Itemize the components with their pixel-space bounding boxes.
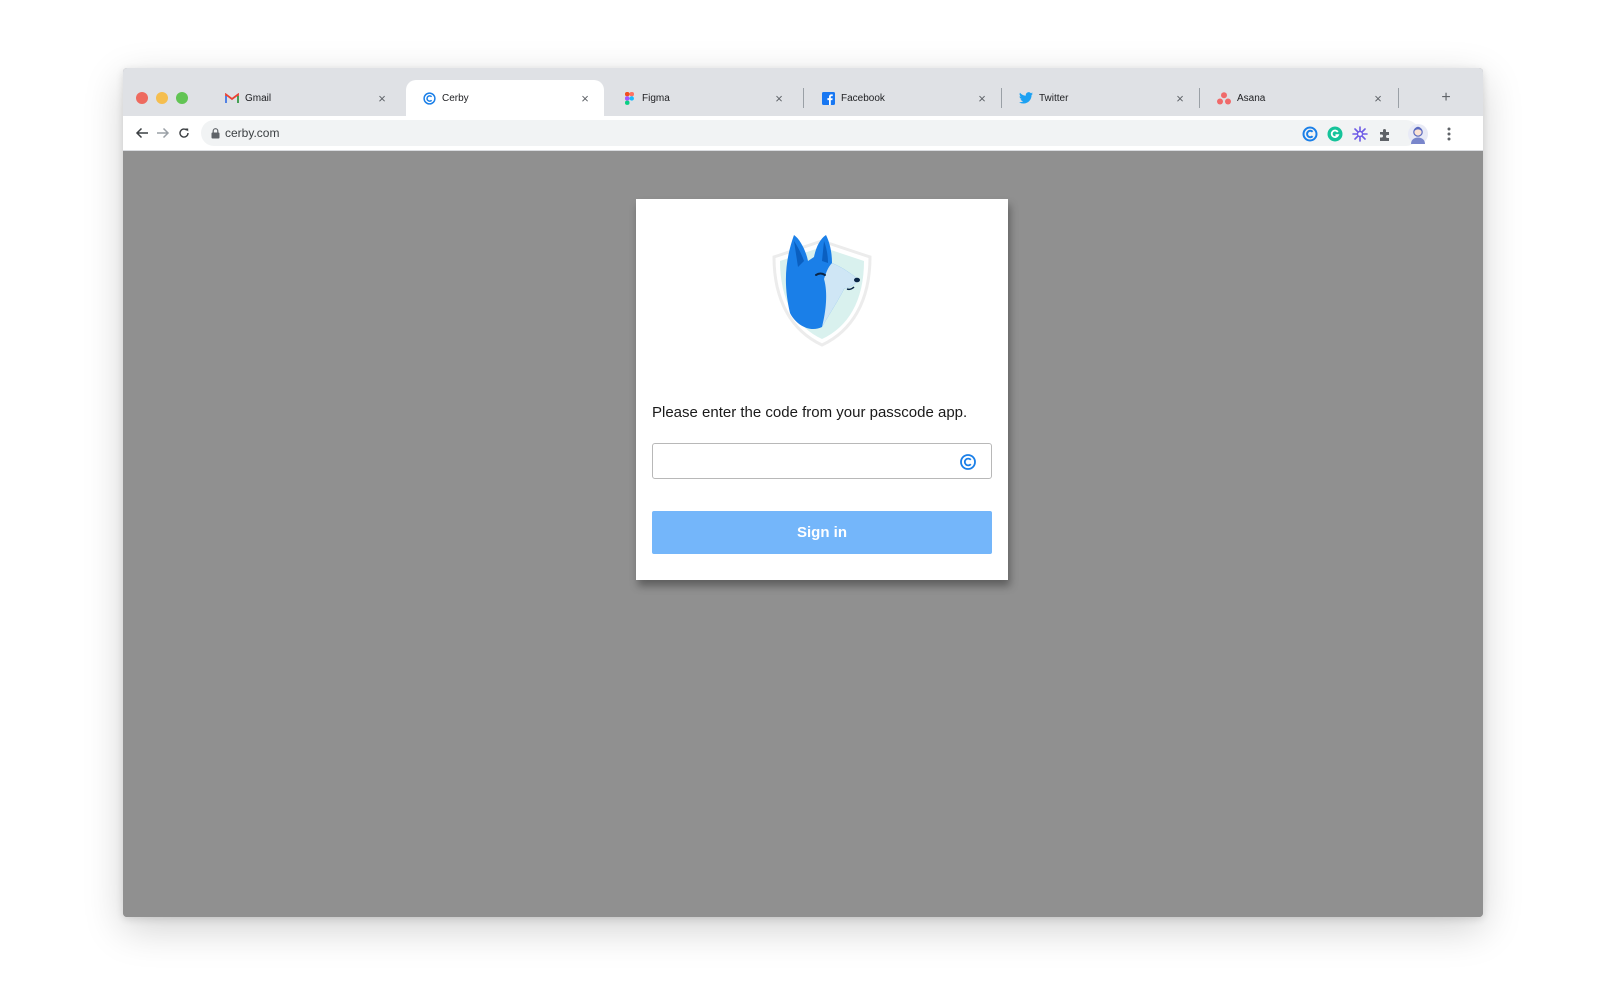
address-bar[interactable]: cerby.com: [201, 120, 1419, 146]
lock-icon: [211, 127, 220, 139]
tab-gmail[interactable]: Gmail ×: [209, 80, 401, 116]
close-tab-icon[interactable]: ×: [1173, 91, 1187, 106]
minimize-window-button[interactable]: [156, 92, 168, 104]
url-text: cerby.com: [225, 126, 280, 140]
cerby-extension-icon[interactable]: [1301, 125, 1319, 143]
tab-separator: [1398, 88, 1399, 108]
maximize-window-button[interactable]: [176, 92, 188, 104]
passcode-field[interactable]: [652, 443, 992, 479]
tab-figma[interactable]: Figma ×: [606, 80, 798, 116]
tab-asana[interactable]: Asana ×: [1201, 80, 1397, 116]
puzzle-extensions-icon[interactable]: [1376, 125, 1394, 143]
figma-icon: [622, 91, 636, 105]
asana-icon: [1217, 91, 1231, 105]
tab-cerby[interactable]: Cerby ×: [406, 80, 604, 116]
cerby-autofill-icon[interactable]: [959, 453, 977, 471]
close-tab-icon[interactable]: ×: [1371, 91, 1385, 106]
close-tab-icon[interactable]: ×: [578, 91, 592, 106]
tab-label: Asana: [1237, 92, 1266, 104]
close-window-button[interactable]: [136, 92, 148, 104]
tab-separator: [1001, 88, 1002, 108]
tab-label: Facebook: [841, 92, 885, 104]
tab-facebook[interactable]: Facebook ×: [805, 80, 1001, 116]
twitter-icon: [1019, 91, 1033, 105]
cerby-logo-icon: [764, 227, 880, 351]
more-menu-icon[interactable]: [1440, 125, 1458, 143]
tab-label: Figma: [642, 92, 670, 104]
close-tab-icon[interactable]: ×: [772, 91, 786, 106]
tab-twitter[interactable]: Twitter ×: [1003, 80, 1199, 116]
tab-label: Gmail: [245, 92, 272, 104]
new-tab-button[interactable]: +: [1436, 88, 1456, 108]
facebook-icon: [821, 91, 835, 105]
tab-label: Twitter: [1039, 92, 1069, 104]
gmail-icon: [225, 91, 239, 105]
grammarly-extension-icon[interactable]: [1326, 125, 1344, 143]
forward-arrow-icon[interactable]: [153, 123, 173, 143]
sign-in-button[interactable]: Sign in: [652, 511, 992, 554]
profile-avatar-icon[interactable]: [1406, 122, 1430, 146]
snowflake-extension-icon[interactable]: [1351, 125, 1369, 143]
close-tab-icon[interactable]: ×: [375, 91, 389, 106]
tab-separator: [803, 88, 804, 108]
passcode-input[interactable]: [663, 444, 957, 478]
tab-strip: Gmail × Cerby × Figma × Facebook × Twitt…: [123, 68, 1483, 116]
tab-label: Cerby: [442, 92, 469, 104]
tab-separator: [1199, 88, 1200, 108]
reload-icon[interactable]: [174, 123, 194, 143]
browser-window: Gmail × Cerby × Figma × Facebook × Twitt…: [123, 68, 1483, 917]
back-arrow-icon[interactable]: [132, 123, 152, 143]
close-tab-icon[interactable]: ×: [975, 91, 989, 106]
cerby-icon: [422, 91, 436, 105]
page-content-overlay: Please enter the code from your passcode…: [123, 151, 1483, 917]
login-card: Please enter the code from your passcode…: [636, 199, 1008, 580]
passcode-prompt: Please enter the code from your passcode…: [652, 404, 968, 421]
browser-toolbar: cerby.com: [123, 116, 1483, 151]
